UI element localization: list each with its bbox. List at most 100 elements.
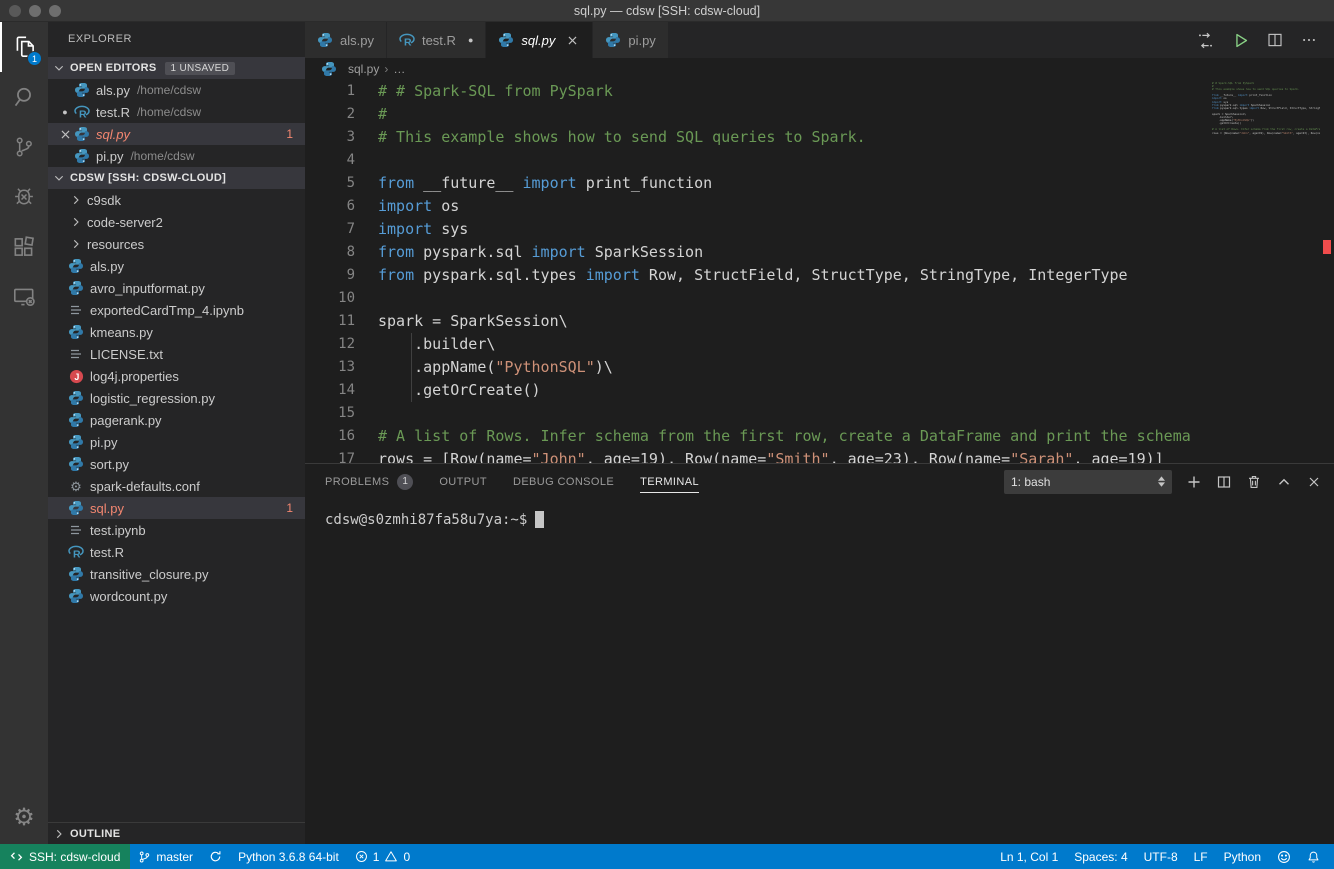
close-editor-icon[interactable]: [58, 127, 73, 142]
close-window-icon[interactable]: [9, 5, 21, 17]
panel-tab-label: DEBUG CONSOLE: [513, 476, 614, 488]
tree-item-spark-defaults.conf[interactable]: ⚙spark-defaults.conf: [48, 475, 305, 497]
code-line-9: 9from pyspark.sql.types import Row, Stru…: [305, 264, 1334, 287]
sync-button[interactable]: [201, 844, 230, 869]
activity-source-control-icon[interactable]: [0, 122, 48, 172]
line-number: 8: [305, 241, 355, 264]
kill-terminal-icon[interactable]: [1246, 474, 1262, 490]
notifications-bell-icon[interactable]: [1299, 844, 1328, 869]
new-terminal-icon[interactable]: [1186, 474, 1202, 490]
activity-debug-icon[interactable]: [0, 172, 48, 222]
file-name: LICENSE.txt: [90, 347, 163, 362]
encoding-item[interactable]: UTF-8: [1136, 844, 1186, 869]
problems-status-item[interactable]: 1 0: [347, 844, 418, 869]
overview-ruler[interactable]: [1320, 80, 1334, 463]
terminal[interactable]: cdsw@s0zmhi87fa58u7ya:~$: [305, 499, 1334, 844]
interactive-window-icon[interactable]: [1196, 31, 1215, 50]
tree-item-test.ipynb[interactable]: test.ipynb: [48, 519, 305, 541]
list-file-icon: [68, 302, 84, 318]
breadcrumb[interactable]: sql.py › …: [305, 58, 1334, 80]
open-editors-header[interactable]: OPEN EDITORS 1 UNSAVED: [48, 57, 305, 79]
breadcrumb-symbol[interactable]: …: [393, 62, 405, 76]
tab-als.py[interactable]: als.py: [305, 22, 387, 58]
tab-test.R[interactable]: Rtest.R●: [387, 22, 486, 58]
tree-item-resources[interactable]: resources: [48, 233, 305, 255]
code-line-3: 3# This example shows how to send SQL qu…: [305, 126, 1334, 149]
python-file-icon: [74, 82, 90, 98]
indentation-item[interactable]: Spaces: 4: [1066, 844, 1135, 869]
line-number: 3: [305, 126, 355, 149]
activity-search-icon[interactable]: [0, 72, 48, 122]
activity-explorer-icon[interactable]: 1: [0, 22, 48, 72]
file-name: test.R: [96, 105, 130, 120]
line-number: 14: [305, 379, 355, 402]
python-file-icon: [68, 412, 84, 428]
panel-tab-terminal[interactable]: TERMINAL: [640, 464, 699, 499]
feedback-smiley-icon[interactable]: [1269, 844, 1299, 869]
open-editor-test.R[interactable]: ●Rtest.R/home/cdsw: [48, 101, 305, 123]
language-mode-item[interactable]: Python: [1216, 844, 1269, 869]
zoom-window-icon[interactable]: [49, 5, 61, 17]
chevron-right-icon: [51, 827, 67, 841]
breadcrumb-file[interactable]: sql.py: [348, 62, 379, 76]
split-editor-icon[interactable]: [1266, 31, 1284, 49]
code-line-17: 17rows = [Row(name="John", age=19), Row(…: [305, 448, 1334, 463]
outline-section-header[interactable]: OUTLINE: [48, 822, 305, 844]
tree-item-pi.py[interactable]: pi.py: [48, 431, 305, 453]
tree-item-LICENSE.txt[interactable]: LICENSE.txt: [48, 343, 305, 365]
open-editor-als.py[interactable]: als.py/home/cdsw: [48, 79, 305, 101]
tree-item-exportedCardTmp_4.ipynb[interactable]: exportedCardTmp_4.ipynb: [48, 299, 305, 321]
error-marker: [1323, 240, 1331, 254]
minimap[interactable]: # # Spark-SQL from PySpark## This exampl…: [1212, 82, 1320, 135]
eol-item[interactable]: LF: [1186, 844, 1216, 869]
code-line-7: 7import sys: [305, 218, 1334, 241]
activity-extensions-icon[interactable]: [0, 222, 48, 272]
tree-item-sort.py[interactable]: sort.py: [48, 453, 305, 475]
terminal-select[interactable]: 1: bash: [1004, 470, 1172, 494]
maximize-panel-icon[interactable]: [1276, 474, 1292, 490]
close-panel-icon[interactable]: [1306, 474, 1322, 490]
open-editor-sql.py[interactable]: sql.py1: [48, 123, 305, 145]
chevron-down-icon: [51, 171, 67, 185]
tab-pi.py[interactable]: pi.py: [593, 22, 668, 58]
run-python-file-icon[interactable]: [1231, 31, 1250, 50]
tree-item-code-server2[interactable]: code-server2: [48, 211, 305, 233]
panel-tab-debug-console[interactable]: DEBUG CONSOLE: [513, 464, 614, 499]
outline-label: OUTLINE: [70, 828, 120, 840]
panel-tab-problems[interactable]: PROBLEMS1: [325, 464, 413, 499]
file-name: spark-defaults.conf: [90, 479, 200, 494]
file-name: kmeans.py: [90, 325, 153, 340]
split-terminal-icon[interactable]: [1216, 474, 1232, 490]
tree-item-wordcount.py[interactable]: wordcount.py: [48, 585, 305, 607]
code-line-4: 4: [305, 149, 1334, 172]
line-number: 7: [305, 218, 355, 241]
workbench: 1 ⚙ EXPLORER OPEN EDITORS 1 UNSAVED als.…: [0, 22, 1334, 844]
tree-item-als.py[interactable]: als.py: [48, 255, 305, 277]
code-line-15: 15: [305, 402, 1334, 425]
minimize-window-icon[interactable]: [29, 5, 41, 17]
tree-item-pagerank.py[interactable]: pagerank.py: [48, 409, 305, 431]
tree-item-avro_inputformat.py[interactable]: avro_inputformat.py: [48, 277, 305, 299]
code-editor[interactable]: 1# # Spark-SQL from PySpark2#3# This exa…: [305, 80, 1334, 463]
panel-tab-output[interactable]: OUTPUT: [439, 464, 487, 499]
python-interpreter-item[interactable]: Python 3.6.8 64-bit: [230, 844, 347, 869]
settings-gear-icon[interactable]: ⚙: [13, 806, 35, 830]
more-actions-icon[interactable]: [1300, 31, 1318, 49]
tab-sql.py[interactable]: sql.py: [486, 22, 593, 58]
activity-remote-explorer-icon[interactable]: [0, 272, 48, 322]
folder-section-header[interactable]: CDSW [SSH: CDSW-CLOUD]: [48, 167, 305, 189]
tree-item-test.R[interactable]: Rtest.R: [48, 541, 305, 563]
tree-item-log4j.properties[interactable]: Jlog4j.properties: [48, 365, 305, 387]
tree-item-transitive_closure.py[interactable]: transitive_closure.py: [48, 563, 305, 585]
close-tab-icon[interactable]: [565, 33, 580, 48]
open-editor-pi.py[interactable]: pi.py/home/cdsw: [48, 145, 305, 167]
tree-item-logistic_regression.py[interactable]: logistic_regression.py: [48, 387, 305, 409]
tree-item-sql.py[interactable]: sql.py1: [48, 497, 305, 519]
tree-item-kmeans.py[interactable]: kmeans.py: [48, 321, 305, 343]
git-branch-item[interactable]: master: [130, 844, 201, 869]
file-name: pi.py: [90, 435, 117, 450]
remote-indicator[interactable]: SSH: cdsw-cloud: [0, 844, 130, 869]
tree-item-c9sdk[interactable]: c9sdk: [48, 189, 305, 211]
cursor-position-item[interactable]: Ln 1, Col 1: [992, 844, 1066, 869]
r-file-icon: R: [74, 104, 90, 120]
